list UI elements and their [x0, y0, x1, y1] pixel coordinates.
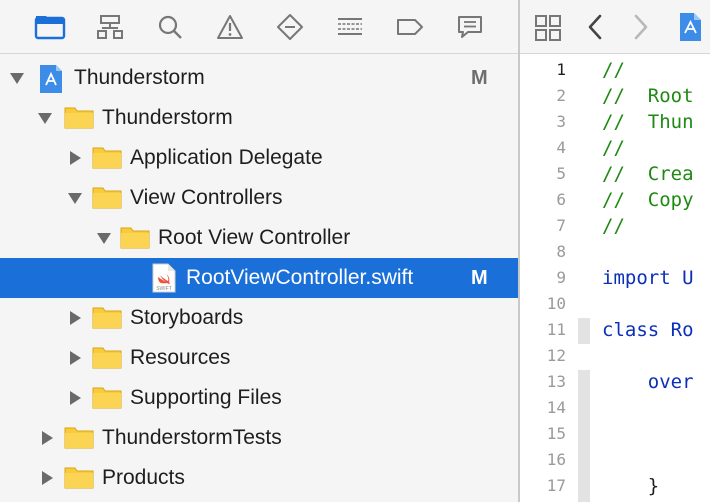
line-number: 13 — [546, 372, 566, 391]
line-number: 16 — [546, 450, 566, 469]
line-number: 7 — [556, 216, 566, 235]
line-number: 12 — [546, 346, 566, 365]
line-number: 9 — [556, 268, 566, 287]
tree-row-label: ThunderstormTests — [102, 426, 282, 449]
forward-chevron-icon[interactable] — [632, 13, 650, 41]
line-number: 11 — [546, 320, 566, 339]
tree-row-folder[interactable]: Application Delegate — [0, 138, 518, 178]
folder-icon[interactable] — [34, 12, 66, 42]
disclosure-collapsed-icon[interactable] — [38, 428, 56, 448]
tree-row-project[interactable]: Thunderstorm M — [0, 58, 518, 98]
tree-row-folder[interactable]: View Controllers — [0, 178, 518, 218]
code-line: // Copy — [602, 189, 694, 211]
tree-row-file-selected[interactable]: SWIFT RootViewController.swift M — [0, 258, 518, 298]
source-editor: 1 2 3 4 5 6 7 8 9 10 11 12 13 14 15 16 17 //// Root// Th… — [520, 0, 710, 502]
disclosure-collapsed-icon[interactable] — [66, 348, 84, 368]
line-number: 17 — [546, 476, 566, 495]
swift-file-icon: SWIFT — [152, 263, 182, 293]
tree-row-label: Resources — [130, 346, 231, 369]
line-number: 15 — [546, 424, 566, 443]
tree-row-folder[interactable]: ThunderstormTests — [0, 418, 518, 458]
line-number: 5 — [556, 164, 566, 183]
list-icon[interactable] — [334, 12, 366, 42]
tag-icon[interactable] — [394, 12, 426, 42]
folder-icon — [92, 384, 122, 412]
back-chevron-icon[interactable] — [586, 13, 604, 41]
modified-badge: M — [471, 67, 488, 89]
line-number: 8 — [556, 242, 566, 261]
line-number: 3 — [556, 112, 566, 131]
tree-row-label: Thunderstorm — [74, 66, 205, 89]
folder-icon — [92, 344, 122, 372]
tree-row-folder[interactable]: Resources — [0, 338, 518, 378]
change-indicator — [578, 370, 590, 502]
search-icon[interactable] — [154, 12, 186, 42]
code-line: over — [602, 371, 694, 393]
folder-icon — [92, 304, 122, 332]
tree-row-label: View Controllers — [130, 186, 283, 209]
tree-row-label: Products — [102, 466, 185, 489]
file-icon[interactable] — [678, 12, 702, 42]
tree-row-label: Root View Controller — [158, 226, 351, 249]
code-line: // — [602, 215, 625, 237]
disclosure-collapsed-icon[interactable] — [66, 388, 84, 408]
project-icon — [38, 64, 68, 93]
tree-row-label: Thunderstorm — [102, 106, 233, 129]
code-line: // Crea — [602, 163, 694, 185]
code-line: // — [602, 59, 625, 81]
change-indicator — [578, 318, 590, 344]
code-line: // Root — [602, 85, 694, 107]
tree-row-folder[interactable]: Storyboards — [0, 298, 518, 338]
modified-badge: M — [471, 267, 488, 289]
comment-icon[interactable] — [454, 12, 486, 42]
folder-icon — [64, 104, 94, 132]
line-number: 10 — [546, 294, 566, 313]
folder-icon — [92, 144, 122, 172]
code-line: // Thun — [602, 111, 694, 133]
code-line: class Ro — [602, 319, 694, 341]
tree-row-folder[interactable]: Supporting Files — [0, 378, 518, 418]
test-diamond-icon[interactable] — [274, 12, 306, 42]
folder-icon — [92, 184, 122, 212]
tree-row-label: Supporting Files — [130, 386, 282, 409]
grid-icon[interactable] — [534, 14, 562, 42]
folder-icon — [120, 224, 150, 252]
tree-row-label: RootViewController.swift — [186, 266, 414, 289]
disclosure-expanded-icon[interactable] — [95, 228, 113, 248]
code-line: } — [602, 475, 660, 497]
jump-bar — [520, 0, 710, 54]
disclosure-expanded-icon[interactable] — [36, 108, 54, 128]
tree-row-folder[interactable]: Products — [0, 458, 518, 498]
disclosure-collapsed-icon[interactable] — [38, 468, 56, 488]
disclosure-collapsed-icon[interactable] — [66, 148, 84, 168]
disclosure-collapsed-icon[interactable] — [66, 308, 84, 328]
line-number: 2 — [556, 86, 566, 105]
line-number-gutter: 1 2 3 4 5 6 7 8 9 10 11 12 13 14 15 16 17 — [520, 57, 578, 502]
disclosure-expanded-icon[interactable] — [8, 68, 26, 88]
code-line: import U — [602, 267, 694, 289]
tree-row-folder[interactable]: Root View Controller — [0, 218, 518, 258]
folder-icon — [64, 464, 94, 492]
line-number: 6 — [556, 190, 566, 209]
navigator-toolbar — [0, 0, 518, 54]
tree-row-label: Storyboards — [130, 306, 244, 329]
line-number: 14 — [546, 398, 566, 417]
project-navigator: Thunderstorm M Thunderstorm Application … — [0, 0, 518, 502]
hierarchy-icon[interactable] — [94, 12, 126, 42]
tree-row-folder[interactable]: Thunderstorm — [0, 98, 518, 138]
folder-icon — [64, 424, 94, 452]
warning-icon[interactable] — [214, 12, 246, 42]
line-number: 4 — [556, 138, 566, 157]
disclosure-expanded-icon[interactable] — [66, 188, 84, 208]
svg-text:SWIFT: SWIFT — [156, 286, 172, 292]
code-line: // — [602, 137, 625, 159]
line-number: 1 — [556, 60, 566, 79]
tree-row-label: Application Delegate — [130, 146, 323, 169]
